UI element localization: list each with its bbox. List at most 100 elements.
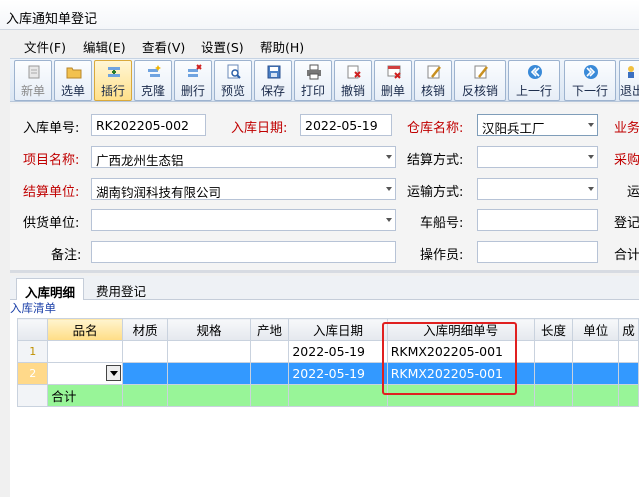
print-icon [307,64,321,80]
exit-icon [628,66,634,78]
preview-icon [227,64,241,79]
warehouse-select[interactable]: 汉阳兵工厂 [477,114,598,136]
chevron-down-icon [386,155,392,159]
select-doc-button[interactable]: 选单 [54,60,92,101]
total-cell [121,384,169,407]
cell-length[interactable] [533,340,574,363]
delete-doc-button[interactable]: 删单 [374,60,412,101]
delete-row-button[interactable]: 删行 [174,60,212,101]
menu-file[interactable]: 文件(F) [24,37,66,56]
undo-button[interactable]: 撤销 [334,60,372,101]
verify-icon [427,65,441,79]
project-label: 项目名称: [23,153,80,168]
car-no-field[interactable] [477,209,598,231]
chevron-down-icon [588,155,594,159]
row-number[interactable]: 2 [16,362,49,385]
prev-row-button[interactable]: 上一行 [508,60,560,101]
row-number[interactable]: 1 [16,340,49,363]
supplier-select[interactable] [91,209,396,231]
splitter[interactable] [10,270,639,273]
col-header[interactable]: 品名 [47,318,123,341]
cell-origin[interactable] [249,362,290,385]
cell-origin[interactable] [249,340,290,363]
cell-name-editor[interactable] [47,362,123,385]
insert-row-button[interactable]: 插行 [94,60,132,101]
cell-extra[interactable] [617,340,639,363]
dropdown-button[interactable] [105,365,121,381]
transport-label: 运输方式: [407,185,464,200]
menu-bar: 文件(F) 编辑(E) 查看(V) 设置(S) 帮助(H) [0,34,639,56]
total-label: 合计 [47,384,123,407]
delete-row-icon [188,64,202,77]
corner-cell[interactable] [16,318,49,341]
menu-help[interactable]: 帮助(H) [260,37,304,56]
new-doc-button[interactable]: 新单 [14,60,52,101]
total-cell [572,384,619,407]
in-no-field[interactable]: RK202205-002 [91,114,206,136]
grid-title: 入库清单 [10,301,56,315]
cell-date[interactable]: 2022-05-19 [288,362,388,385]
cell-extra[interactable] [617,362,639,385]
unverify-button[interactable]: 反核销 [454,60,506,101]
transport-select[interactable] [477,178,598,200]
col-header[interactable]: 长度 [533,318,574,341]
business-label: 业务 [614,121,639,136]
tab-fee-register[interactable]: 费用登记 [88,278,154,300]
menu-view[interactable]: 查看(V) [142,37,185,56]
cell-material[interactable] [121,340,169,363]
col-header[interactable]: 材质 [121,318,169,341]
cell-unit[interactable] [572,362,619,385]
col-header[interactable]: 产地 [249,318,290,341]
total-cell [167,384,251,407]
next-icon [584,65,598,79]
preview-button[interactable]: 预览 [214,60,252,101]
settle-method-select[interactable] [477,146,598,168]
operator-field[interactable] [477,241,598,263]
col-header[interactable]: 入库日期 [288,318,388,341]
in-date-field[interactable]: 2022-05-19 [300,114,392,136]
col-header[interactable]: 规格 [167,318,251,341]
menu-edit[interactable]: 编辑(E) [83,37,126,56]
clone-button[interactable]: 克隆 [134,60,172,101]
detail-grid: 品名 材质 规格 产地 入库日期 入库明细单号 长度 单位 成 1 2022-0… [16,318,639,407]
prev-icon [528,65,542,79]
remark-label: 备注: [51,248,82,263]
cell-unit[interactable] [572,340,619,363]
unverify-icon [474,65,488,79]
tab-strip: 入库明细 费用登记 [10,276,639,300]
folder-icon [66,67,82,79]
col-header[interactable]: 成 [617,318,639,341]
settle-method-label: 结算方式: [407,153,464,168]
cell-material[interactable] [121,362,169,385]
highlight-box [382,322,517,395]
save-button[interactable]: 保存 [254,60,292,101]
purchase-label: 采购 [614,153,639,168]
verify-button[interactable]: 核销 [414,60,452,101]
cell-spec[interactable] [167,340,251,363]
chevron-down-icon [588,123,594,127]
total-cell [249,384,290,407]
in-date-label: 入库日期: [231,121,288,136]
chevron-down-icon [386,187,392,191]
cell-spec[interactable] [167,362,251,385]
table-row[interactable]: 2 2022-05-19 RKMX202205-001 [16,362,639,385]
settle-unit-select[interactable]: 湖南钧润科技有限公司 [91,178,396,200]
print-button[interactable]: 打印 [294,60,332,101]
exit-button[interactable]: 退出 [619,60,639,101]
next-row-button[interactable]: 下一行 [564,60,616,101]
total-cell [617,384,639,407]
car-no-label: 车船号: [420,216,464,231]
menu-settings[interactable]: 设置(S) [201,37,244,56]
cell-length[interactable] [533,362,574,385]
tab-in-detail[interactable]: 入库明细 [16,278,85,300]
table-row[interactable]: 1 2022-05-19 RKMX202205-001 [16,340,639,363]
cell-name[interactable] [47,340,123,363]
col-header[interactable]: 单位 [572,318,619,341]
remark-field[interactable] [91,241,396,263]
toolbar: 新单 选单 插行 克隆 删行 预览 保存 打印 撤销 删单 核销 反核销 上一行… [10,58,639,102]
project-select[interactable]: 广西龙州生态铝 [91,146,396,168]
cell-date[interactable]: 2022-05-19 [288,340,388,363]
settle-unit-label: 结算单位: [23,185,80,200]
save-icon [267,65,281,79]
delete-doc-icon [387,65,401,79]
